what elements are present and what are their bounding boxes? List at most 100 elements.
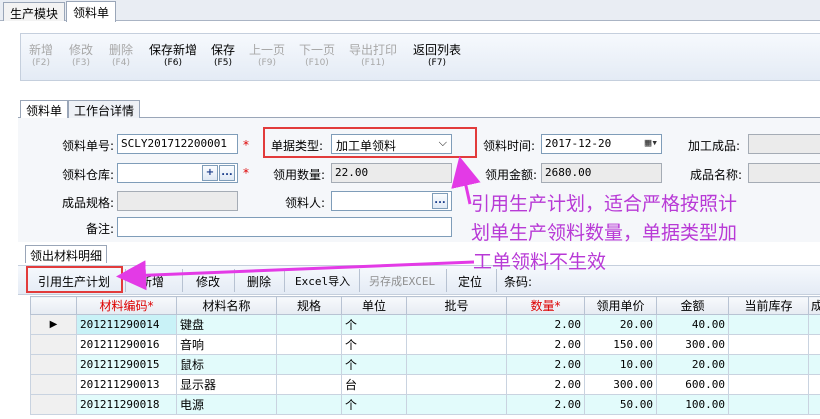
cell-unit[interactable]: 个 — [341, 354, 407, 375]
processed-product-field[interactable] — [748, 134, 820, 154]
cell-quantity[interactable]: 2.00 — [506, 314, 585, 335]
cell-quantity[interactable]: 2.00 — [506, 394, 585, 415]
doc-type-select[interactable]: 加工单领料 ⌵ — [331, 134, 452, 154]
table-row[interactable]: ▶ 201211290014 键盘 个 2.00 20.00 40.00 — [30, 314, 820, 335]
cell-material-code[interactable]: 201211290013 — [76, 374, 177, 395]
cell-quantity[interactable]: 2.00 — [506, 354, 585, 375]
cell-material-code[interactable]: 201211290014 — [76, 314, 177, 335]
cell-material-code[interactable]: 201211290015 — [76, 354, 177, 375]
cell-amount[interactable]: 300.00 — [656, 334, 729, 355]
cell-batch[interactable] — [406, 374, 507, 395]
toolbar-divider — [359, 269, 360, 292]
delete-row-button[interactable]: 删除 — [247, 273, 271, 290]
cell-cost[interactable] — [808, 374, 820, 395]
excel-import-button[interactable]: Excel导入 — [295, 273, 350, 289]
edit-row-button[interactable]: 修改 — [196, 273, 220, 290]
cell-spec[interactable] — [276, 354, 342, 375]
cell-spec[interactable] — [276, 334, 342, 355]
tab-material-details[interactable]: 领出材料明细 — [25, 245, 108, 263]
cell-unit-price[interactable]: 50.00 — [584, 394, 657, 415]
col-header-spec[interactable]: 规格 — [276, 296, 342, 315]
cell-current-stock[interactable] — [728, 314, 809, 335]
pick-amount-field: 2680.00 — [541, 163, 662, 183]
add-warehouse-icon[interactable]: + — [202, 165, 218, 181]
save-as-excel-button[interactable]: 另存成EXCEL — [369, 273, 435, 289]
edit-button[interactable]: 修改 (F3) — [69, 44, 93, 69]
delete-button[interactable]: 删除 (F4) — [109, 44, 133, 69]
col-header-material-name[interactable]: 材料名称 — [176, 296, 277, 315]
cell-unit-price[interactable]: 10.00 — [584, 354, 657, 375]
cell-material-code[interactable]: 201211290016 — [76, 334, 177, 355]
cell-unit[interactable]: 个 — [341, 314, 407, 335]
cell-material-name[interactable]: 鼠标 — [176, 354, 277, 375]
cell-unit[interactable]: 个 — [341, 394, 407, 415]
cell-current-stock[interactable] — [728, 334, 809, 355]
add-row-button[interactable]: 新增 — [140, 273, 164, 290]
cell-material-name[interactable]: 键盘 — [176, 314, 277, 335]
table-row[interactable]: 201211290018 电源 个 2.00 50.00 100.00 — [30, 394, 820, 415]
cell-current-stock[interactable] — [728, 394, 809, 415]
cell-unit-price[interactable]: 300.00 — [584, 374, 657, 395]
back-to-list-button[interactable]: 返回列表 (F7) — [413, 44, 461, 69]
pick-time-field[interactable]: 2017-12-20 ▦▾ — [541, 134, 662, 154]
doc-no-field[interactable]: SCLY201712200001 — [117, 134, 238, 154]
cell-spec[interactable] — [276, 374, 342, 395]
cell-current-stock[interactable] — [728, 354, 809, 375]
row-header — [30, 374, 77, 395]
remark-label: 备注: — [85, 222, 114, 236]
product-name-field[interactable] — [748, 163, 820, 183]
tab-production-module[interactable]: 生产模块 — [3, 2, 66, 21]
tab-requisition[interactable]: 领料单 — [20, 100, 69, 118]
cell-amount[interactable]: 20.00 — [656, 354, 729, 375]
cell-amount[interactable]: 40.00 — [656, 314, 729, 335]
cell-cost[interactable] — [808, 354, 820, 375]
calendar-dropdown-icon[interactable]: ▦▾ — [645, 136, 658, 149]
tab-material-requisition[interactable]: 领料单 — [66, 1, 117, 22]
cell-batch[interactable] — [406, 354, 507, 375]
col-header-quantity[interactable]: 数量* — [506, 296, 585, 315]
cell-material-name[interactable]: 电源 — [176, 394, 277, 415]
cell-unit-price[interactable]: 20.00 — [584, 314, 657, 335]
table-row[interactable]: 201211290013 显示器 台 2.00 300.00 600.00 — [30, 374, 820, 395]
cell-current-stock[interactable] — [728, 374, 809, 395]
new-button[interactable]: 新增 (F2) — [29, 44, 53, 69]
table-row[interactable]: 201211290015 鼠标 个 2.00 10.00 20.00 — [30, 354, 820, 375]
pick-amount-label: 领用金额: — [485, 168, 538, 182]
row-header — [30, 354, 77, 375]
save-button[interactable]: 保存 (F5) — [211, 44, 235, 69]
cell-quantity[interactable]: 2.00 — [506, 334, 585, 355]
table-row[interactable]: 201211290016 音响 个 2.00 150.00 300.00 — [30, 334, 820, 355]
tab-workbench-details[interactable]: 工作台详情 — [68, 100, 141, 118]
cell-batch[interactable] — [406, 314, 507, 335]
picker-lookup-button[interactable]: ... — [432, 193, 448, 209]
cell-amount[interactable]: 100.00 — [656, 394, 729, 415]
prev-page-button[interactable]: 上一页 (F9) — [249, 44, 285, 69]
warehouse-lookup-button[interactable]: ... — [219, 165, 235, 181]
cell-amount[interactable]: 600.00 — [656, 374, 729, 395]
cell-quantity[interactable]: 2.00 — [506, 374, 585, 395]
col-header-amount[interactable]: 金额 — [656, 296, 729, 315]
col-header-unit-price[interactable]: 领用单价 — [584, 296, 657, 315]
cell-material-code[interactable]: 201211290018 — [76, 394, 177, 415]
cell-material-name[interactable]: 显示器 — [176, 374, 277, 395]
cell-cost[interactable] — [808, 394, 820, 415]
col-header-cost[interactable]: 成本 — [808, 296, 820, 315]
cell-material-name[interactable]: 音响 — [176, 334, 277, 355]
cell-unit[interactable]: 个 — [341, 334, 407, 355]
save-and-new-button[interactable]: 保存新增 (F6) — [149, 44, 197, 69]
cell-spec[interactable] — [276, 314, 342, 335]
cell-spec[interactable] — [276, 394, 342, 415]
cell-unit-price[interactable]: 150.00 — [584, 334, 657, 355]
col-header-material-code[interactable]: 材料编码* — [76, 296, 177, 315]
remark-field[interactable] — [117, 217, 452, 237]
next-page-button[interactable]: 下一页 (F10) — [299, 44, 335, 69]
col-header-current-stock[interactable]: 当前库存 — [728, 296, 809, 315]
cell-batch[interactable] — [406, 394, 507, 415]
col-header-unit[interactable]: 单位 — [341, 296, 407, 315]
cell-batch[interactable] — [406, 334, 507, 355]
cell-unit[interactable]: 台 — [341, 374, 407, 395]
export-print-button[interactable]: 导出打印 (F11) — [349, 44, 397, 69]
col-header-batch[interactable]: 批号 — [406, 296, 507, 315]
cell-cost[interactable] — [808, 334, 820, 355]
cell-cost[interactable] — [808, 314, 820, 335]
